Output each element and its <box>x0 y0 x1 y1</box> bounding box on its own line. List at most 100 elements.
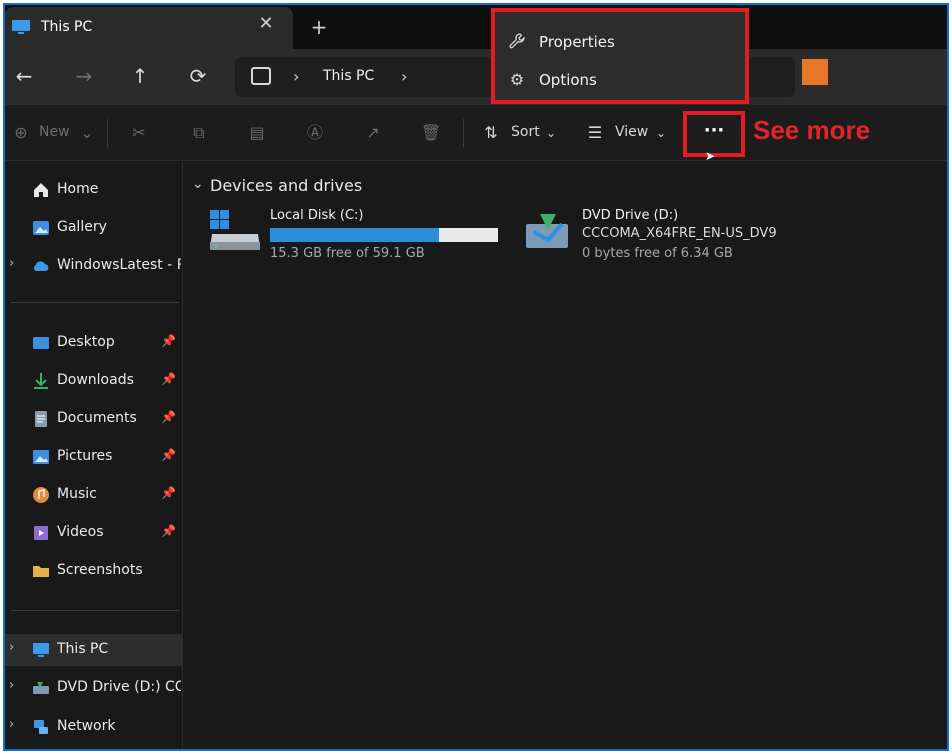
main-content: ⌄ Devices and drives Local Disk (C:) 15.… <box>184 162 947 749</box>
chevron-right-icon[interactable]: › <box>9 717 14 732</box>
share-icon[interactable]: ↗ <box>361 121 385 145</box>
view-icon: ☰ <box>587 123 603 142</box>
menu-item-options[interactable]: ⚙ Options <box>503 66 739 94</box>
sidebar-item-network[interactable]: › Network <box>5 711 183 743</box>
network-icon <box>34 720 48 734</box>
gear-icon: ⚙ <box>509 70 525 89</box>
documents-icon <box>35 411 47 427</box>
pin-icon: 📌 <box>161 486 176 500</box>
drive-free-space: 0 bytes free of 6.34 GB <box>582 246 733 261</box>
view-button[interactable]: View <box>615 124 648 148</box>
folder-icon <box>33 566 49 577</box>
chevron-right-icon[interactable]: › <box>9 640 14 655</box>
drive-c[interactable]: Local Disk (C:) 15.3 GB free of 59.1 GB <box>206 204 506 268</box>
paste-icon[interactable]: ▤ <box>245 121 269 145</box>
computer-icon <box>33 643 49 657</box>
cut-icon[interactable]: ✂ <box>127 121 151 145</box>
tab-title: This PC <box>41 19 93 35</box>
up-button[interactable]: ↑ <box>127 63 153 89</box>
navigation-pane: Home Gallery › WindowsLatest - Pe Deskto… <box>5 162 183 749</box>
sort-icon: ⇅ <box>484 123 498 142</box>
gallery-icon <box>33 221 49 235</box>
options-label: Options <box>539 71 597 89</box>
sidebar-item-label: Screenshots <box>57 562 143 578</box>
see-more-annotation: See more <box>753 115 871 145</box>
chevron-down-icon: ⌄ <box>545 126 557 140</box>
copy-icon[interactable]: ⧉ <box>187 121 211 145</box>
separator <box>107 119 108 147</box>
sidebar-item-dvd-drive[interactable]: › DVD Drive (D:) CCC <box>5 672 183 704</box>
sidebar-item-videos[interactable]: Videos 📌 <box>5 517 183 549</box>
sidebar-item-documents[interactable]: Documents 📌 <box>5 403 183 435</box>
chevron-down-icon: ⌄ <box>80 123 94 142</box>
tab-this-pc[interactable]: This PC ✕ <box>5 7 293 49</box>
chevron-right-icon[interactable]: › <box>9 678 14 693</box>
desktop-icon <box>33 337 49 349</box>
pin-icon: 📌 <box>161 372 176 386</box>
cloud-icon <box>33 261 49 271</box>
breadcrumb-this-pc[interactable]: This PC <box>323 68 374 84</box>
logo-badge <box>802 59 828 85</box>
sort-button[interactable]: Sort <box>511 124 540 148</box>
chevron-right-icon[interactable]: › <box>9 256 14 271</box>
menu-item-properties[interactable]: Properties <box>503 28 739 56</box>
sidebar-item-downloads[interactable]: Downloads 📌 <box>5 365 183 397</box>
drive-volume-label: CCCOMA_X64FRE_EN-US_DV9 <box>582 226 777 241</box>
sidebar-item-screenshots[interactable]: Screenshots <box>5 555 183 587</box>
sidebar-item-label: DVD Drive (D:) CCC <box>57 679 181 695</box>
command-bar: ⊕ New ⌄ ✂ ⧉ ▤ Ⓐ ↗ 🗑 ⇅ Sort ⌄ ☰ View ⌄ ··… <box>5 105 947 163</box>
divider <box>11 302 179 303</box>
pin-icon: 📌 <box>161 334 176 348</box>
drive-free-space: 15.3 GB free of 59.1 GB <box>270 246 425 261</box>
sidebar-item-music[interactable]: Music 📌 <box>5 479 183 511</box>
divider <box>11 610 179 611</box>
storage-bar-fill <box>270 228 439 242</box>
sidebar-item-desktop[interactable]: Desktop 📌 <box>5 327 183 359</box>
videos-icon <box>34 526 48 540</box>
storage-bar <box>270 228 498 242</box>
drive-d[interactable]: DVD Drive (D:) CCCOMA_X64FRE_EN-US_DV9 0… <box>518 204 838 268</box>
sidebar-item-gallery[interactable]: Gallery <box>5 212 183 244</box>
sidebar-item-this-pc[interactable]: › This PC <box>5 634 183 666</box>
forward-button[interactable]: → <box>71 63 97 89</box>
navigation-bar: ← → ↑ ⟳ › This PC › <box>5 49 947 105</box>
pin-icon: 📌 <box>161 524 176 538</box>
sidebar-item-pictures[interactable]: Pictures 📌 <box>5 441 183 473</box>
sidebar-item-home[interactable]: Home <box>5 174 183 206</box>
monitor-icon <box>251 67 271 85</box>
chevron-down-icon[interactable]: ⌄ <box>192 176 204 192</box>
download-icon <box>34 373 48 389</box>
group-header[interactable]: Devices and drives <box>210 176 362 195</box>
close-tab-icon[interactable]: ✕ <box>255 13 277 35</box>
new-tab-button[interactable]: + <box>307 15 331 39</box>
file-explorer-window: This PC ✕ + ← → ↑ ⟳ › This PC › Properti… <box>3 3 949 751</box>
chevron-right-icon[interactable]: › <box>401 67 407 86</box>
new-button[interactable]: New <box>39 124 70 148</box>
properties-label: Properties <box>539 33 615 51</box>
sidebar-item-label: WindowsLatest - Pe <box>57 257 181 273</box>
computer-icon <box>12 20 30 34</box>
cursor-icon: ➤ <box>705 149 716 163</box>
sidebar-item-label: This PC <box>57 641 109 657</box>
see-more-button[interactable]: ··· <box>695 121 733 147</box>
see-more-menu: Properties ⚙ Options <box>491 8 749 104</box>
dvd-drive-icon <box>526 214 568 248</box>
dvd-icon <box>33 682 49 694</box>
hard-drive-icon <box>210 210 260 250</box>
refresh-button[interactable]: ⟳ <box>185 63 211 89</box>
delete-icon[interactable]: 🗑 <box>419 121 443 145</box>
sidebar-item-windowslatest[interactable]: › WindowsLatest - Pe <box>5 250 183 282</box>
back-button[interactable]: ← <box>11 63 37 89</box>
sidebar-item-label: Network <box>57 718 116 734</box>
drive-name: DVD Drive (D:) <box>582 208 679 223</box>
sidebar-item-label: Gallery <box>57 219 107 235</box>
drive-name: Local Disk (C:) <box>270 208 364 223</box>
new-icon: ⊕ <box>14 123 28 142</box>
music-icon <box>33 487 49 503</box>
rename-icon[interactable]: Ⓐ <box>303 121 327 145</box>
chevron-down-icon: ⌄ <box>655 126 667 140</box>
separator <box>463 119 464 147</box>
sidebar-item-label: Home <box>57 181 99 197</box>
pin-icon: 📌 <box>161 410 176 424</box>
pictures-icon <box>33 450 49 464</box>
